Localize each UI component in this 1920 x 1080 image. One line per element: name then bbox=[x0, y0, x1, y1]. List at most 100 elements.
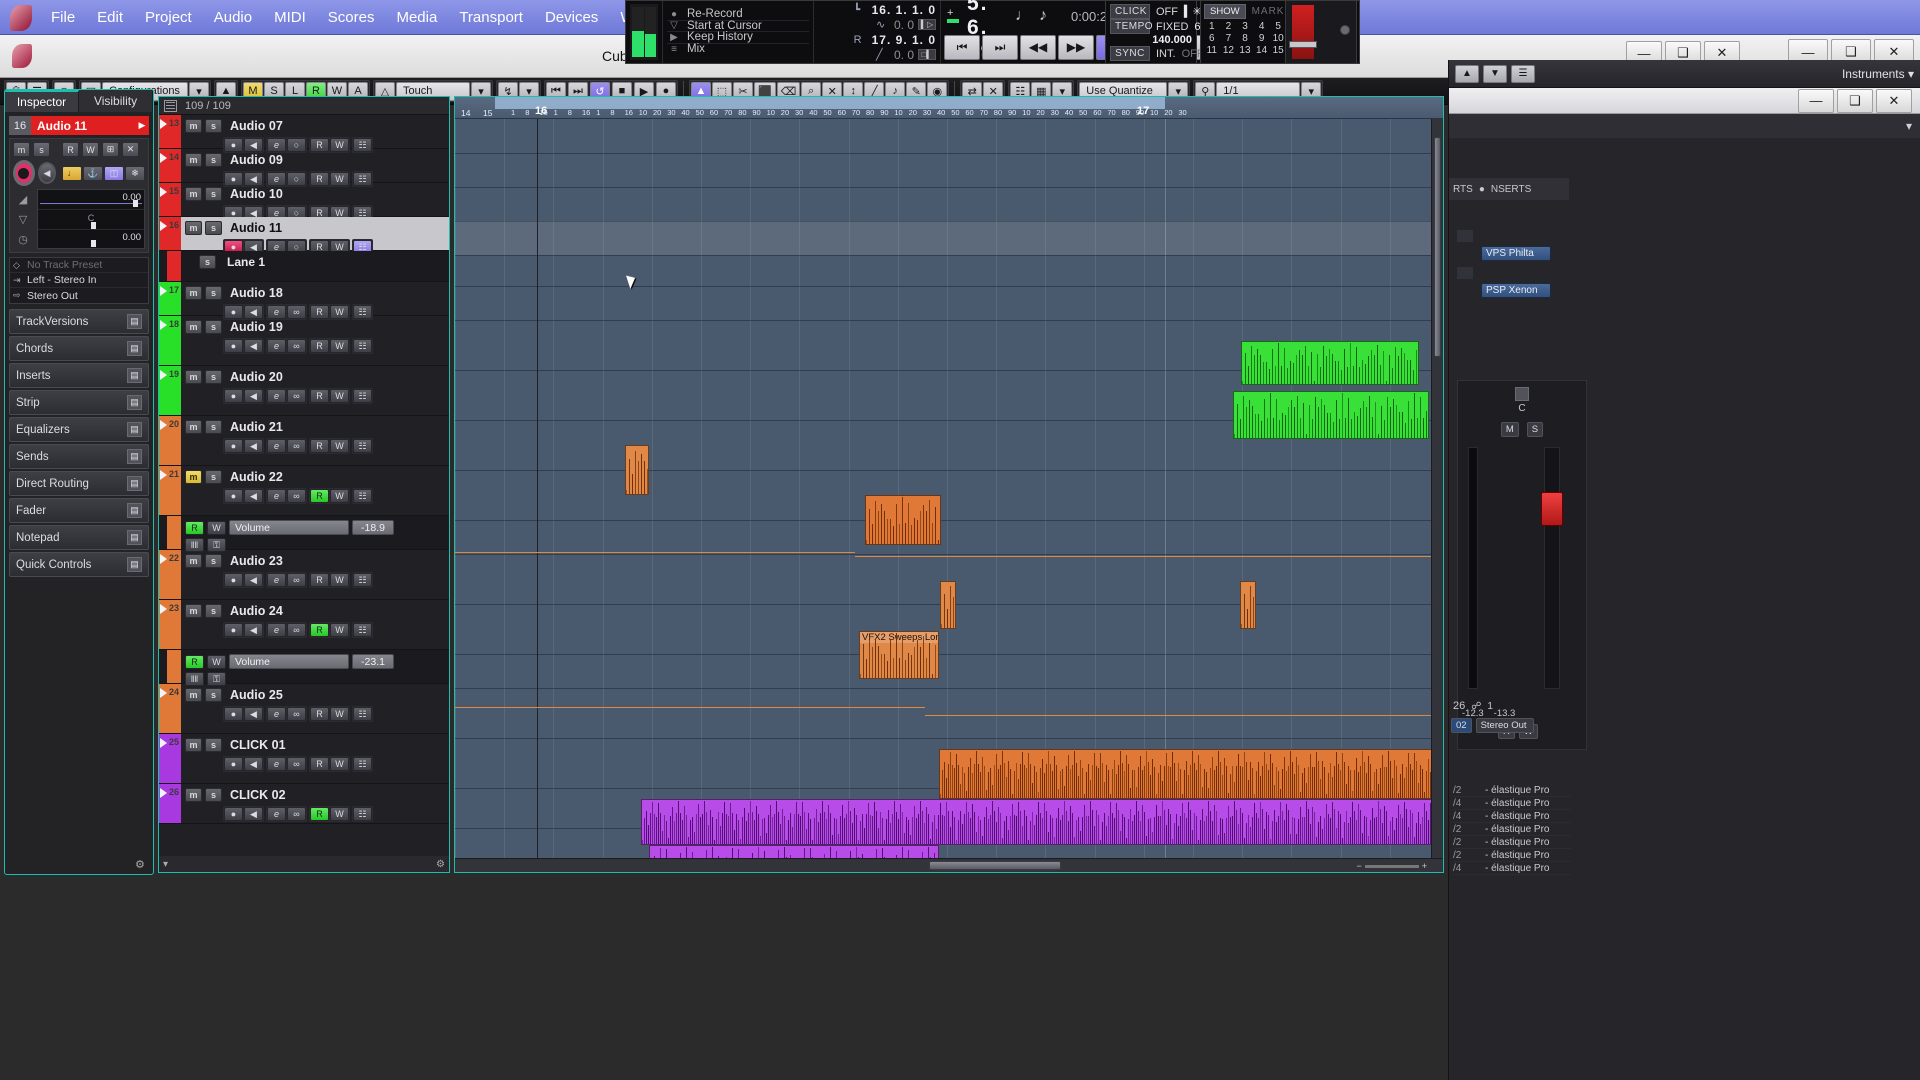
track-lanes-button[interactable]: ∞ bbox=[287, 339, 306, 353]
marker-slot-6[interactable]: 6 bbox=[1204, 33, 1220, 44]
marker-slot-7[interactable]: 7 bbox=[1221, 33, 1237, 44]
track-name[interactable]: Audio 20 bbox=[230, 370, 283, 384]
algorithm-row[interactable]: /4 - élastique Pro bbox=[1453, 810, 1571, 823]
track-read-button[interactable]: R bbox=[310, 807, 329, 821]
track-expand-icon[interactable] bbox=[160, 221, 167, 231]
clip-audio-20[interactable] bbox=[1233, 391, 1429, 439]
automation-parameter[interactable]: Volume bbox=[229, 654, 349, 669]
track-name[interactable]: Audio 09 bbox=[230, 153, 283, 167]
rack-down-button[interactable]: ▼ bbox=[1483, 64, 1507, 83]
rack-menu-button[interactable]: ☰ bbox=[1511, 64, 1535, 83]
track-mute-button[interactable]: m bbox=[185, 320, 202, 334]
link-icon[interactable]: ☍ bbox=[1471, 701, 1481, 712]
track-mute-button[interactable]: m bbox=[185, 420, 202, 434]
track-channel-button[interactable]: ☷ bbox=[353, 389, 372, 403]
menu-item-transport[interactable]: Transport bbox=[448, 5, 534, 30]
clip-vfx2-sweeps[interactable]: VFX2 Sweeps Lon bbox=[859, 631, 939, 679]
track-name[interactable]: Audio 11 bbox=[230, 221, 282, 235]
automation-value[interactable]: -23.1 bbox=[352, 654, 394, 669]
track-name[interactable]: Audio 21 bbox=[230, 420, 283, 434]
track-lanes-button[interactable]: ∞ bbox=[287, 623, 306, 637]
track-row[interactable]: R W Volume -23.1 ‖‖ ⚿ bbox=[159, 650, 449, 686]
track-solo-button[interactable]: s bbox=[205, 738, 222, 752]
automation-read-button[interactable]: R bbox=[185, 654, 204, 669]
right-locator-sub-row[interactable]: ╱ 0. 0 □▍ bbox=[818, 47, 936, 62]
track-channel-button[interactable]: ☷ bbox=[353, 439, 372, 453]
track-monitor-button[interactable]: ◀ bbox=[244, 389, 263, 403]
track-channel-button[interactable]: ☷ bbox=[353, 757, 372, 771]
chevron-right-icon[interactable]: ▶ bbox=[135, 116, 149, 135]
track-row[interactable]: 22 m s Audio 23 ● ◀ e ∞ R W ☷ bbox=[159, 550, 449, 600]
track-list-icon[interactable] bbox=[164, 99, 177, 112]
scroll-down-icon[interactable]: ▾ bbox=[163, 859, 168, 870]
track-mute-button[interactable]: m bbox=[185, 554, 202, 568]
track-mute-button[interactable]: m bbox=[185, 119, 202, 133]
track-mute-button[interactable]: m bbox=[185, 221, 202, 235]
inspector-section-sends[interactable]: Sends ▤ bbox=[9, 444, 149, 469]
notepad-icon[interactable]: ▤ bbox=[127, 530, 142, 545]
record-enable-icon[interactable] bbox=[13, 160, 35, 186]
versions-icon[interactable]: ▤ bbox=[127, 314, 142, 329]
track-expand-icon[interactable] bbox=[160, 370, 167, 380]
track-expand-icon[interactable] bbox=[160, 554, 167, 564]
track-color-strip[interactable]: 16 bbox=[159, 217, 181, 250]
strip-icon[interactable]: ▤ bbox=[127, 395, 142, 410]
track-record-button[interactable]: ● bbox=[224, 623, 243, 637]
track-read-button[interactable]: R bbox=[310, 339, 329, 353]
clip-audio-18[interactable] bbox=[1241, 341, 1419, 385]
right-locator-row[interactable]: R 17. 9. 1. 0 bbox=[818, 32, 936, 47]
track-read-button[interactable]: R bbox=[310, 389, 329, 403]
track-color-strip[interactable]: 21 bbox=[159, 466, 181, 515]
marker-slot-13[interactable]: 13 bbox=[1237, 45, 1253, 56]
track-solo-button[interactable]: s bbox=[205, 370, 222, 384]
track-write-button[interactable]: W bbox=[330, 339, 349, 353]
rack-expand-arrow[interactable]: ▾ bbox=[1906, 119, 1912, 133]
sends-icon[interactable]: ▤ bbox=[127, 449, 142, 464]
monitor-icon[interactable]: ◀ bbox=[37, 162, 56, 184]
track-write-button[interactable]: W bbox=[330, 757, 349, 771]
routing-icon[interactable]: ▤ bbox=[127, 476, 142, 491]
bpm-row[interactable]: 140.000 bbox=[1110, 34, 1192, 46]
menu-item-file[interactable]: File bbox=[40, 5, 86, 30]
plugin-slot-1[interactable]: VPS Philta bbox=[1481, 246, 1551, 261]
track-expand-icon[interactable] bbox=[160, 286, 167, 296]
inspector-mute-button[interactable]: m bbox=[13, 142, 30, 157]
track-solo-button[interactable]: s bbox=[205, 320, 222, 334]
track-edit-button[interactable]: e bbox=[267, 339, 286, 353]
punch-out-icon[interactable]: □▍ bbox=[918, 49, 936, 60]
track-monitor-button[interactable]: ◀ bbox=[244, 339, 263, 353]
rack-solo-button[interactable]: S bbox=[1526, 422, 1544, 437]
algorithm-row[interactable]: /2 - élastique Pro bbox=[1453, 823, 1571, 836]
track-write-button[interactable]: W bbox=[330, 389, 349, 403]
menu-item-edit[interactable]: Edit bbox=[86, 5, 134, 30]
rack-mute-button[interactable]: M bbox=[1500, 422, 1519, 437]
track-row[interactable]: 17 m s Audio 18 ● ◀ e ∞ R W ☷ bbox=[159, 282, 449, 320]
track-mute-button[interactable]: m bbox=[185, 286, 202, 300]
tempo-nudge-icon[interactable]: + bbox=[947, 8, 959, 23]
track-name[interactable]: Audio 23 bbox=[230, 554, 283, 568]
fader-icon[interactable]: ▤ bbox=[127, 503, 142, 518]
inspector-bypass-button[interactable]: ✕ bbox=[122, 142, 139, 157]
track-lanes-button[interactable]: ∞ bbox=[287, 489, 306, 503]
algorithm-row[interactable]: /2 - élastique Pro bbox=[1453, 849, 1571, 862]
track-color-strip[interactable]: 19 bbox=[159, 366, 181, 415]
marker-show-button[interactable]: SHOW bbox=[1204, 4, 1246, 19]
channel-knob[interactable] bbox=[1515, 387, 1529, 401]
quick-controls-icon[interactable]: ▤ bbox=[127, 557, 142, 572]
rack-up-button[interactable]: ▲ bbox=[1455, 64, 1479, 83]
automation-value[interactable]: -18.9 bbox=[352, 520, 394, 535]
go-to-start-button[interactable]: ⏮ bbox=[944, 34, 980, 60]
track-expand-icon[interactable] bbox=[160, 153, 167, 163]
algorithm-row[interactable]: /2 - élastique Pro bbox=[1453, 784, 1571, 797]
track-color-strip[interactable]: 25 bbox=[159, 734, 181, 783]
lane-solo-button[interactable]: s bbox=[199, 255, 216, 269]
track-mute-button[interactable]: m bbox=[185, 370, 202, 384]
inspector-volume-slider[interactable]: 0.00 bbox=[38, 190, 144, 210]
track-solo-button[interactable]: s bbox=[205, 187, 222, 201]
track-name[interactable]: Audio 10 bbox=[230, 187, 283, 201]
track-solo-button[interactable]: s bbox=[205, 604, 222, 618]
eq-icon[interactable]: ▤ bbox=[127, 422, 142, 437]
track-solo-button[interactable]: s bbox=[205, 286, 222, 300]
track-read-button[interactable]: R bbox=[310, 573, 329, 587]
tab-visibility[interactable]: Visibility bbox=[79, 90, 153, 112]
